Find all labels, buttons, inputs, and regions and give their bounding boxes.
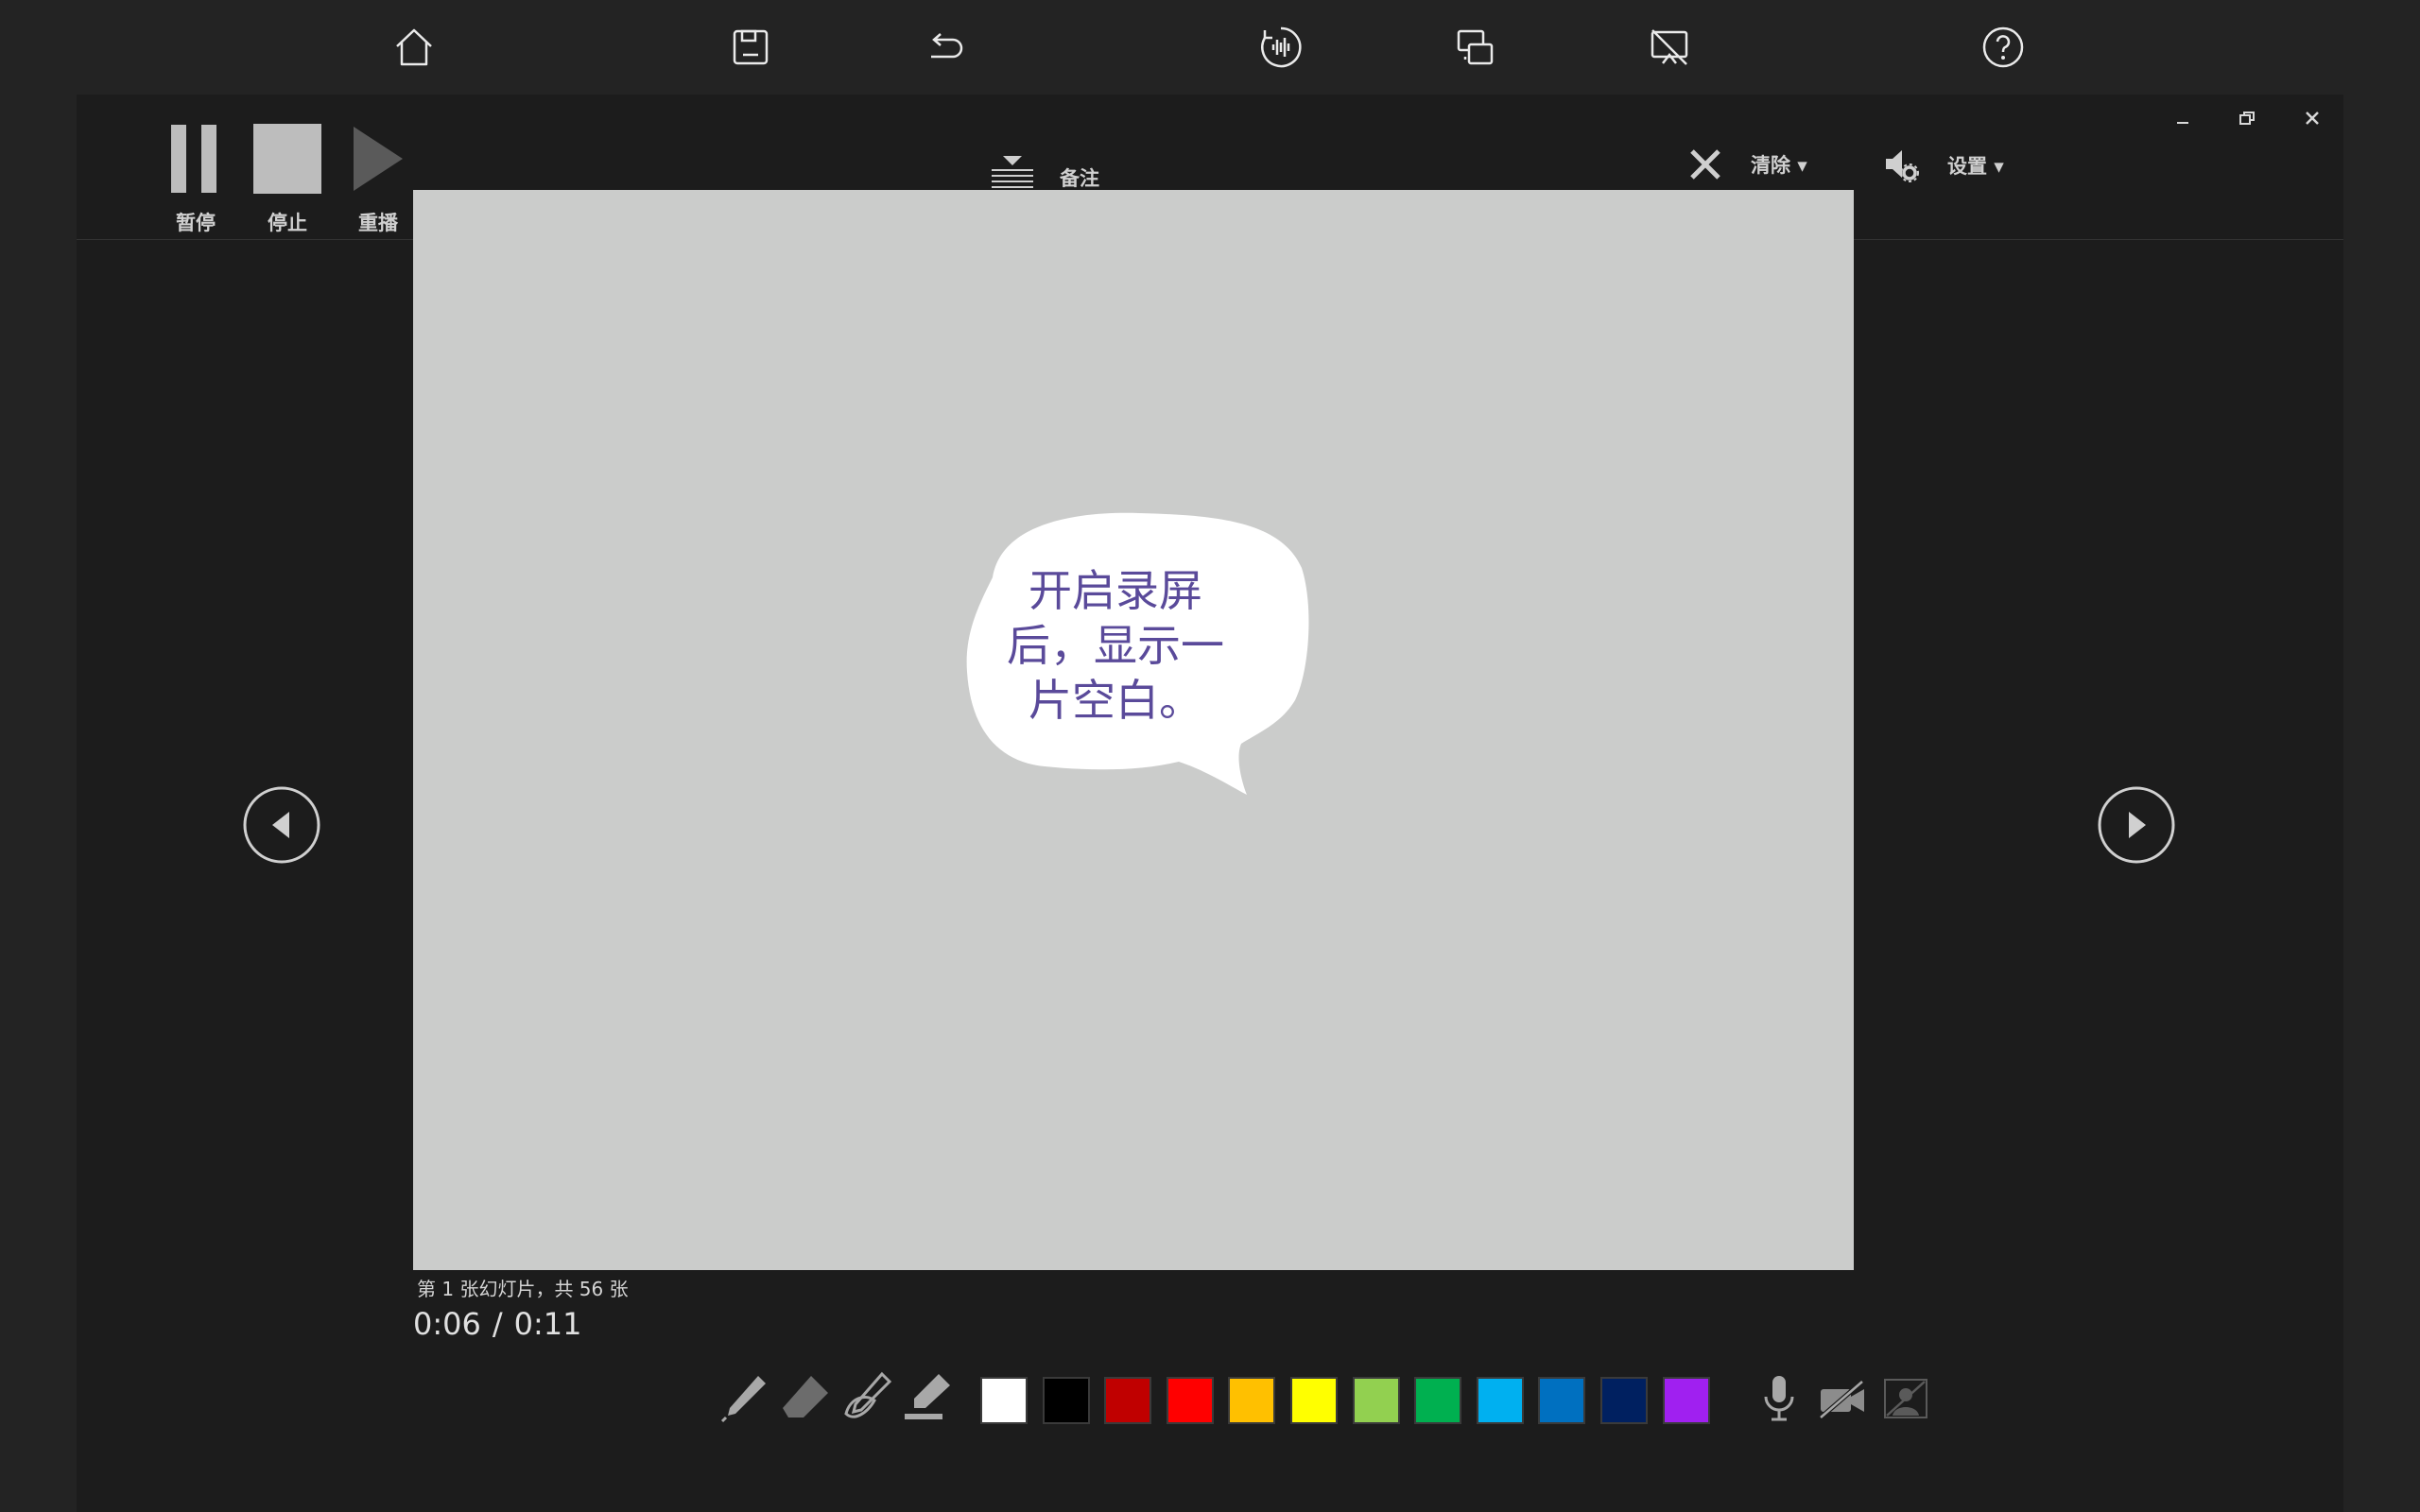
notes-label: 备注	[1060, 167, 1099, 190]
stop-label: 停止	[268, 212, 307, 234]
laser-pen-icon	[844, 1371, 892, 1418]
microphone-button[interactable]	[1753, 1372, 1806, 1425]
color-swatch[interactable]	[1104, 1377, 1151, 1424]
color-swatch[interactable]	[1290, 1377, 1338, 1424]
color-swatch[interactable]	[1477, 1377, 1524, 1424]
pause-icon	[158, 123, 233, 195]
play-icon	[340, 123, 416, 195]
save-icon[interactable]	[724, 21, 777, 74]
replay-button[interactable]: 重播	[340, 123, 416, 236]
chevron-left-icon	[243, 786, 320, 864]
undo-icon[interactable]	[919, 21, 972, 74]
color-swatch[interactable]	[1167, 1377, 1214, 1424]
previous-slide-button[interactable]	[242, 785, 321, 865]
color-swatch[interactable]	[1538, 1377, 1585, 1424]
color-swatch[interactable]	[1353, 1377, 1400, 1424]
home-icon[interactable]	[388, 21, 441, 74]
color-swatch[interactable]	[1228, 1377, 1275, 1424]
color-swatch[interactable]	[1600, 1377, 1648, 1424]
chevron-right-icon	[2098, 786, 2175, 864]
microphone-icon	[1764, 1376, 1794, 1421]
bubble-text: 开启录屏 后，显示一 片空白。	[983, 563, 1248, 728]
highlighter-icon	[905, 1374, 950, 1419]
color-swatch[interactable]	[1043, 1377, 1090, 1424]
screen-record-icon[interactable]	[1449, 21, 1502, 74]
presentation-off-icon[interactable]	[1643, 21, 1696, 74]
pause-button[interactable]: 暂停	[158, 123, 233, 236]
settings-button[interactable]: 设置 ▾	[1883, 147, 2004, 183]
slide-canvas[interactable]: 开启录屏 后，显示一 片空白。	[413, 190, 1854, 1270]
slide-counter: 第 1 张幻灯片，共 56 张	[417, 1278, 629, 1300]
time-separator: /	[492, 1306, 503, 1342]
bubble-text-line: 开启录屏	[1028, 565, 1202, 616]
stop-icon	[250, 123, 325, 195]
audio-icon[interactable]	[1254, 21, 1307, 74]
laser-pen-tool-button[interactable]	[840, 1368, 893, 1425]
clear-label: 清除 ▾	[1751, 154, 1807, 177]
top-toolbar	[0, 0, 2420, 94]
speaker-settings-icon	[1886, 150, 1919, 182]
help-icon[interactable]	[1977, 21, 2030, 74]
bubble-text-line: 片空白。	[1028, 675, 1202, 726]
color-swatch[interactable]	[1414, 1377, 1461, 1424]
eraser-tool-button[interactable]	[779, 1368, 832, 1425]
next-slide-button[interactable]	[2097, 785, 2176, 865]
speech-bubble: 开启录屏 后，显示一 片空白。	[959, 511, 1313, 823]
clear-button[interactable]: 清除 ▾	[1688, 147, 1807, 181]
camera-button[interactable]	[1815, 1372, 1868, 1425]
pen-tool-button[interactable]	[718, 1368, 771, 1425]
highlighter-tool-button[interactable]	[901, 1368, 954, 1425]
settings-label: 设置 ▾	[1947, 155, 2004, 178]
bubble-text-line: 后，显示一	[1007, 620, 1224, 671]
pause-label: 暂停	[176, 212, 216, 234]
color-swatch[interactable]	[1663, 1377, 1710, 1424]
camera-off-icon	[1819, 1380, 1864, 1419]
eraser-icon	[783, 1376, 828, 1418]
camera-preview-off-icon	[1884, 1379, 1927, 1418]
replay-label: 重播	[358, 212, 398, 234]
elapsed-time: 0:06	[413, 1306, 481, 1342]
recording-timer: 0:06 / 0:11	[413, 1306, 582, 1342]
clear-icon	[1690, 149, 1720, 180]
stop-button[interactable]: 停止	[250, 123, 325, 236]
camera-preview-button[interactable]	[1879, 1372, 1932, 1425]
color-swatch[interactable]	[980, 1377, 1028, 1424]
total-time: 0:11	[513, 1306, 582, 1342]
pen-icon	[720, 1376, 766, 1423]
